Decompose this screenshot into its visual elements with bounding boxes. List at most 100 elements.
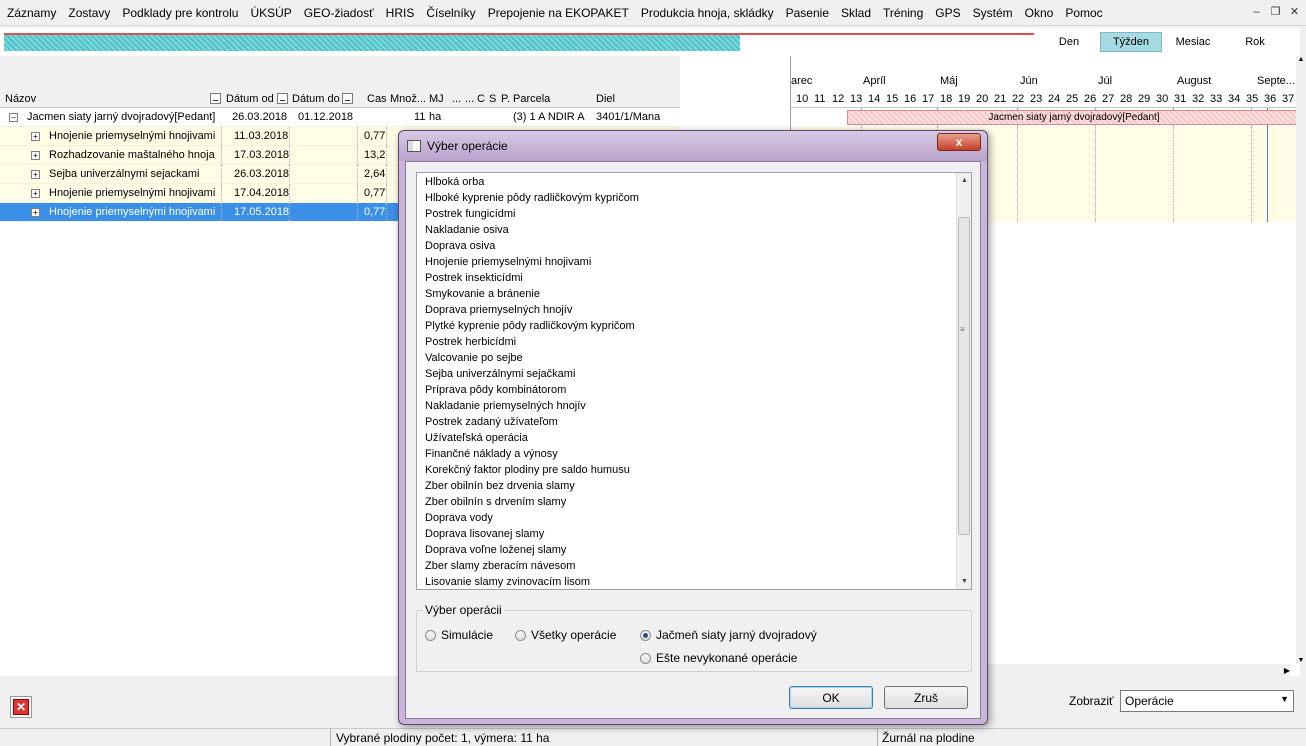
gantt-week-label: 32 xyxy=(1192,93,1205,105)
menu-item[interactable]: GEO-žiadosť xyxy=(298,6,380,20)
list-item[interactable]: Hlboké kyprenie pôdy radličkovým kypričo… xyxy=(425,190,639,206)
radio-nevykonane[interactable]: Ešte nevykonané operácie xyxy=(640,651,797,665)
list-item[interactable]: Postrek zadaný užívateľom xyxy=(425,414,558,430)
col-datum-od[interactable]: Dátum od xyxy=(226,93,274,105)
dialog-titlebar[interactable]: Výber operácie x xyxy=(399,131,987,161)
list-item[interactable]: Doprava voľne loženej slamy xyxy=(425,542,566,558)
zobrazit-select[interactable]: Operácie ▼ xyxy=(1120,690,1294,712)
list-item[interactable]: Doprava osiva xyxy=(425,238,495,254)
scroll-right-icon[interactable]: ▶ xyxy=(1284,666,1290,675)
menu-item[interactable]: Produkcia hnoja, skládky xyxy=(635,6,780,20)
gantt-crop-bar[interactable]: Jacmen siaty jarný dvojradový[Pedant] xyxy=(847,110,1301,125)
expand-icon[interactable]: + xyxy=(31,132,40,141)
minimize-icon[interactable]: – xyxy=(1249,4,1264,19)
radio-jacmen[interactable]: Jačmeň siaty jarný dvojradový xyxy=(640,628,817,642)
menu-bar: Záznamy Zostavy Podklady pre kontrolu ÚKSÚP… xyxy=(0,0,1306,26)
list-item[interactable]: Doprava lisovanej slamy xyxy=(425,526,544,542)
menu-item[interactable]: Podklady pre kontrolu xyxy=(116,6,244,20)
row-datum-od: 11.03.2018 xyxy=(234,130,289,142)
col-p[interactable]: P. xyxy=(501,93,510,105)
menu-item[interactable]: Okno xyxy=(1019,6,1060,20)
menu-item[interactable]: Systém xyxy=(967,6,1019,20)
progress-fill xyxy=(4,35,741,51)
list-item[interactable]: Postrek fungicídmi xyxy=(425,206,515,222)
vertical-scrollbar[interactable]: ▲ ▼ xyxy=(1296,56,1306,664)
ok-label: OK xyxy=(822,690,840,705)
list-item[interactable]: Hlboká orba xyxy=(425,174,484,190)
list-item[interactable]: Nakladanie osiva xyxy=(425,222,509,238)
menu-item[interactable]: Sklad xyxy=(835,6,877,20)
col-cas[interactable]: Cas xyxy=(367,93,387,105)
list-item[interactable]: Príprava pôdy kombinátorom xyxy=(425,382,566,398)
close-panel-button[interactable]: ✕ xyxy=(10,696,32,718)
list-item[interactable]: Postrek herbicídmi xyxy=(425,334,516,350)
list-item[interactable]: Doprava priemyselných hnojív xyxy=(425,302,572,318)
list-item[interactable]: Korekčný faktor plodiny pre saldo humusu xyxy=(425,462,630,478)
col-nazov-filter-icon[interactable] xyxy=(210,93,221,104)
gantt-week-label: 12 xyxy=(832,93,845,105)
view-button[interactable]: Den xyxy=(1038,32,1100,52)
expand-icon[interactable]: + xyxy=(31,208,40,217)
menu-item[interactable]: HRIS xyxy=(380,6,421,20)
list-item[interactable]: Lisovanie slamy zvinovacím lisom xyxy=(425,574,590,590)
menu-item[interactable]: ÚKSÚP xyxy=(244,6,297,20)
list-item[interactable]: Zber obilnín s drvením slamy xyxy=(425,494,566,510)
menu-item[interactable]: Číselníky xyxy=(420,6,481,20)
list-item[interactable]: Smykovanie a bránenie xyxy=(425,286,540,302)
expand-icon[interactable]: + xyxy=(31,189,40,198)
list-item[interactable]: Valcovanie po sejbe xyxy=(425,350,523,366)
restore-icon[interactable]: ❐ xyxy=(1268,4,1283,19)
list-item[interactable]: Plytké kyprenie pôdy radličkovým kypričo… xyxy=(425,318,635,334)
col-extra-2[interactable]: ... xyxy=(465,93,474,105)
list-item[interactable]: Doprava vody xyxy=(425,510,493,526)
view-button[interactable]: Mesiac xyxy=(1162,32,1224,52)
menu-item[interactable]: Pasenie xyxy=(780,6,835,20)
scroll-down-icon[interactable]: ▼ xyxy=(1296,657,1306,664)
col-diel[interactable]: Diel xyxy=(596,93,615,105)
list-item[interactable]: Finančné náklady a výnosy xyxy=(425,446,558,462)
col-extra-1[interactable]: ... xyxy=(452,93,461,105)
table-row-parent[interactable]: – Jacmen siaty jarný dvojradový[Pedant] … xyxy=(0,108,680,127)
scroll-down-icon[interactable]: ▼ xyxy=(957,574,972,589)
col-datum-do-filter-icon[interactable] xyxy=(342,93,353,104)
close-icon[interactable]: ✕ xyxy=(1287,4,1302,19)
col-mnozstvo[interactable]: Množ... xyxy=(390,93,426,105)
list-item[interactable]: Užívateľská operácia xyxy=(425,430,528,446)
operations-list[interactable]: ▲ ≡ ▼ Hlboká orba Hlboké kyprenie pôdy ra… xyxy=(416,172,972,590)
menu-item[interactable]: Záznamy xyxy=(0,6,62,20)
list-item[interactable]: Sejba univerzálnymi sejačkami xyxy=(425,366,575,382)
col-mj[interactable]: MJ xyxy=(429,93,444,105)
scroll-thumb[interactable] xyxy=(958,217,970,535)
menu-item[interactable]: GPS xyxy=(929,6,966,20)
col-c[interactable]: C xyxy=(477,93,485,105)
menu-item[interactable]: Pomoc xyxy=(1059,6,1108,20)
list-item[interactable]: Zber slamy zberacím návesom xyxy=(425,558,575,574)
col-datum-od-filter-icon[interactable] xyxy=(277,93,288,104)
radio-simulacie[interactable]: Simulácie xyxy=(425,628,493,642)
col-datum-do[interactable]: Dátum do xyxy=(292,93,340,105)
scroll-up-icon[interactable]: ▲ xyxy=(1296,56,1306,63)
dialog-close-button[interactable]: x xyxy=(937,133,981,151)
radio-vsetky[interactable]: Všetky operácie xyxy=(515,628,616,642)
list-item[interactable]: Postrek insekticídmi xyxy=(425,270,523,286)
list-item[interactable]: Zber obilnín bez drvenia slamy xyxy=(425,478,575,494)
view-button[interactable]: Týžden xyxy=(1100,32,1162,52)
column-separator xyxy=(357,127,358,145)
menu-item[interactable]: Tréning xyxy=(877,6,929,20)
col-nazov[interactable]: Názov xyxy=(5,93,36,105)
expand-icon[interactable]: + xyxy=(31,170,40,179)
scroll-up-icon[interactable]: ▲ xyxy=(957,173,972,188)
menu-item[interactable]: Zostavy xyxy=(62,6,116,20)
list-item[interactable]: Nakladanie priemyselných hnojív xyxy=(425,398,586,414)
col-s[interactable]: S xyxy=(489,93,496,105)
column-separator xyxy=(221,203,222,221)
col-parcela[interactable]: Parcela xyxy=(513,93,550,105)
cancel-button[interactable]: Zruš xyxy=(884,686,968,709)
list-scrollbar[interactable]: ▲ ≡ ▼ xyxy=(956,173,971,589)
expand-icon[interactable]: + xyxy=(31,151,40,160)
collapse-icon[interactable]: – xyxy=(9,113,18,122)
list-item[interactable]: Hnojenie priemyselnými hnojivami xyxy=(425,254,591,270)
view-button[interactable]: Rok xyxy=(1224,32,1286,52)
ok-button[interactable]: OK xyxy=(789,686,873,709)
menu-item[interactable]: Prepojenie na EKOPAKET xyxy=(482,6,635,20)
